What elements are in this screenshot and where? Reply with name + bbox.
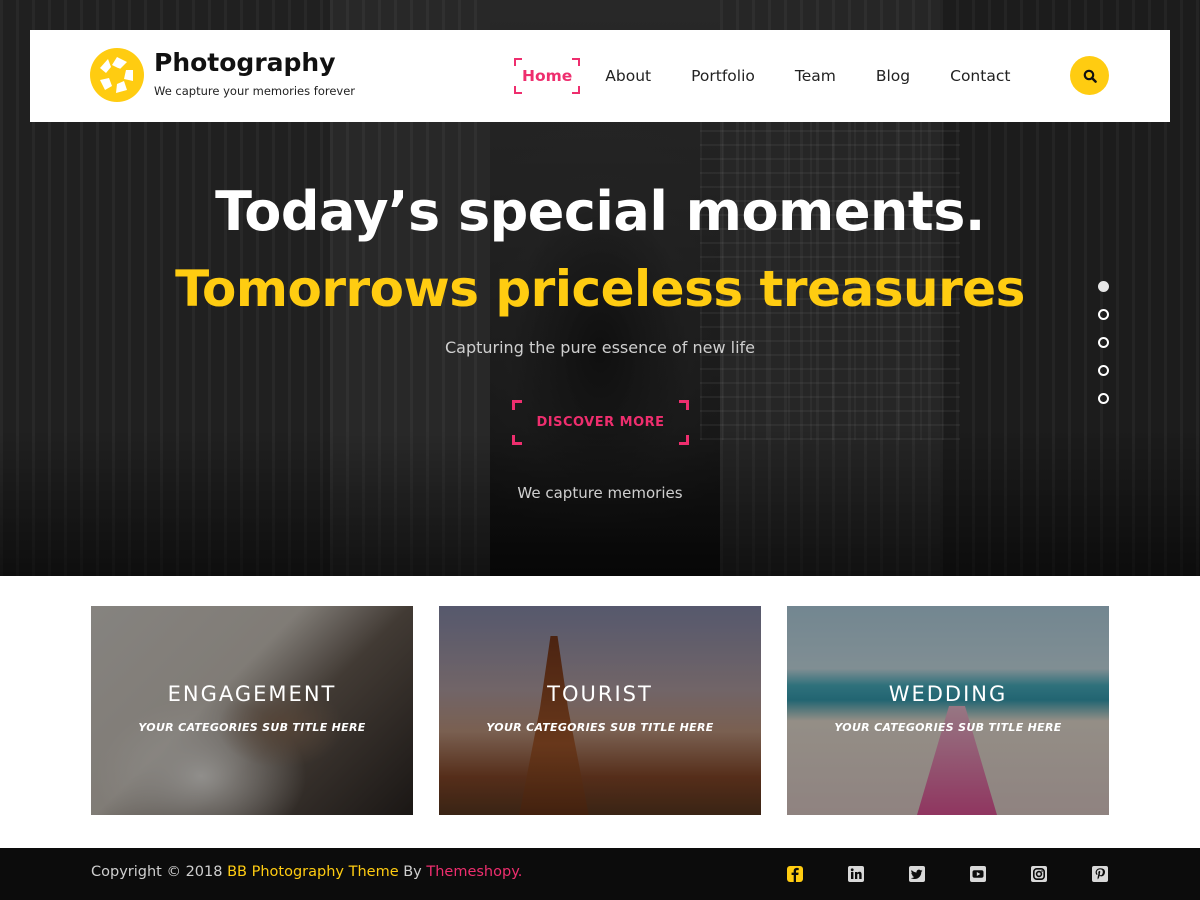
slider-dot-4[interactable] [1098, 365, 1109, 376]
instagram-icon[interactable] [1030, 865, 1048, 883]
nav-item-home[interactable]: Home [514, 58, 581, 94]
bracket-corner [512, 400, 522, 410]
category-subtitle: YOUR CATEGORIES SUB TITLE HERE [138, 721, 366, 734]
hero-title-highlight: Tomorrows priceless treasures [175, 260, 1025, 318]
nav-item-team[interactable]: Team [787, 58, 844, 94]
slider-dot-1[interactable] [1098, 281, 1109, 292]
theme-link[interactable]: BB Photography Theme [227, 864, 399, 880]
nav-item-label: About [605, 67, 652, 85]
linkedin-icon[interactable] [847, 865, 865, 883]
category-title: WEDDING [888, 682, 1008, 706]
pinterest-icon[interactable] [1091, 865, 1109, 883]
category-card-tourist[interactable]: TOURIST YOUR CATEGORIES SUB TITLE HERE [439, 606, 761, 815]
nav-item-contact[interactable]: Contact [942, 58, 1018, 94]
search-button[interactable] [1070, 56, 1109, 95]
discover-more-label: DISCOVER MORE [536, 415, 665, 430]
copyright-prefix: Copyright © 2018 [91, 864, 228, 880]
nav-item-label: Contact [950, 67, 1011, 85]
site-title[interactable]: Photography [154, 48, 336, 77]
nav-item-label: Blog [875, 67, 911, 85]
hero-caption: We capture memories [517, 484, 683, 502]
category-card-wedding[interactable]: WEDDING YOUR CATEGORIES SUB TITLE HERE [787, 606, 1109, 815]
nav-item-label: Home [522, 67, 573, 85]
twitter-icon[interactable] [908, 865, 926, 883]
bracket-corner [572, 58, 581, 66]
main-navigation: Home About Portfolio Team Blog Contact [514, 58, 1018, 94]
category-overlay [91, 606, 413, 815]
youtube-icon[interactable] [969, 865, 987, 883]
bracket-corner [514, 58, 522, 66]
bracket-corner [512, 435, 522, 445]
category-overlay [439, 606, 761, 815]
category-title: TOURIST [547, 682, 653, 706]
category-overlay [787, 606, 1109, 815]
category-subtitle: YOUR CATEGORIES SUB TITLE HERE [834, 721, 1062, 734]
discover-more-button[interactable]: DISCOVER MORE [512, 400, 689, 445]
site-footer: Copyright © 2018 BB Photography Theme By… [0, 848, 1200, 900]
slider-dot-3[interactable] [1098, 337, 1109, 348]
nav-item-label: Team [794, 67, 836, 85]
category-subtitle: YOUR CATEGORIES SUB TITLE HERE [486, 721, 714, 734]
slider-dot-2[interactable] [1098, 309, 1109, 320]
bracket-corner [572, 86, 581, 94]
author-link[interactable]: Themeshopy. [426, 864, 522, 880]
search-icon [1083, 69, 1097, 83]
nav-item-label: Portfolio [691, 67, 755, 85]
nav-item-portfolio[interactable]: Portfolio [683, 58, 763, 94]
site-header: Photography We capture your memories for… [30, 30, 1170, 122]
slider-pagination [1098, 281, 1112, 421]
aperture-icon[interactable] [90, 48, 144, 102]
copyright-by: By [398, 864, 427, 880]
category-title: ENGAGEMENT [167, 682, 337, 706]
site-tagline: We capture your memories forever [154, 84, 356, 98]
facebook-icon[interactable] [786, 865, 804, 883]
bracket-corner [679, 400, 689, 410]
slider-dot-5[interactable] [1098, 393, 1109, 404]
copyright-text: Copyright © 2018 BB Photography Theme By… [91, 864, 522, 880]
category-card-engagement[interactable]: ENGAGEMENT YOUR CATEGORIES SUB TITLE HER… [91, 606, 413, 815]
hero-subtitle: Capturing the pure essence of new life [444, 338, 755, 357]
hero-title: Today’s special moments. [215, 180, 985, 243]
bracket-corner [514, 86, 522, 94]
nav-item-blog[interactable]: Blog [868, 58, 918, 94]
nav-item-about[interactable]: About [597, 58, 659, 94]
bracket-corner [679, 435, 689, 445]
